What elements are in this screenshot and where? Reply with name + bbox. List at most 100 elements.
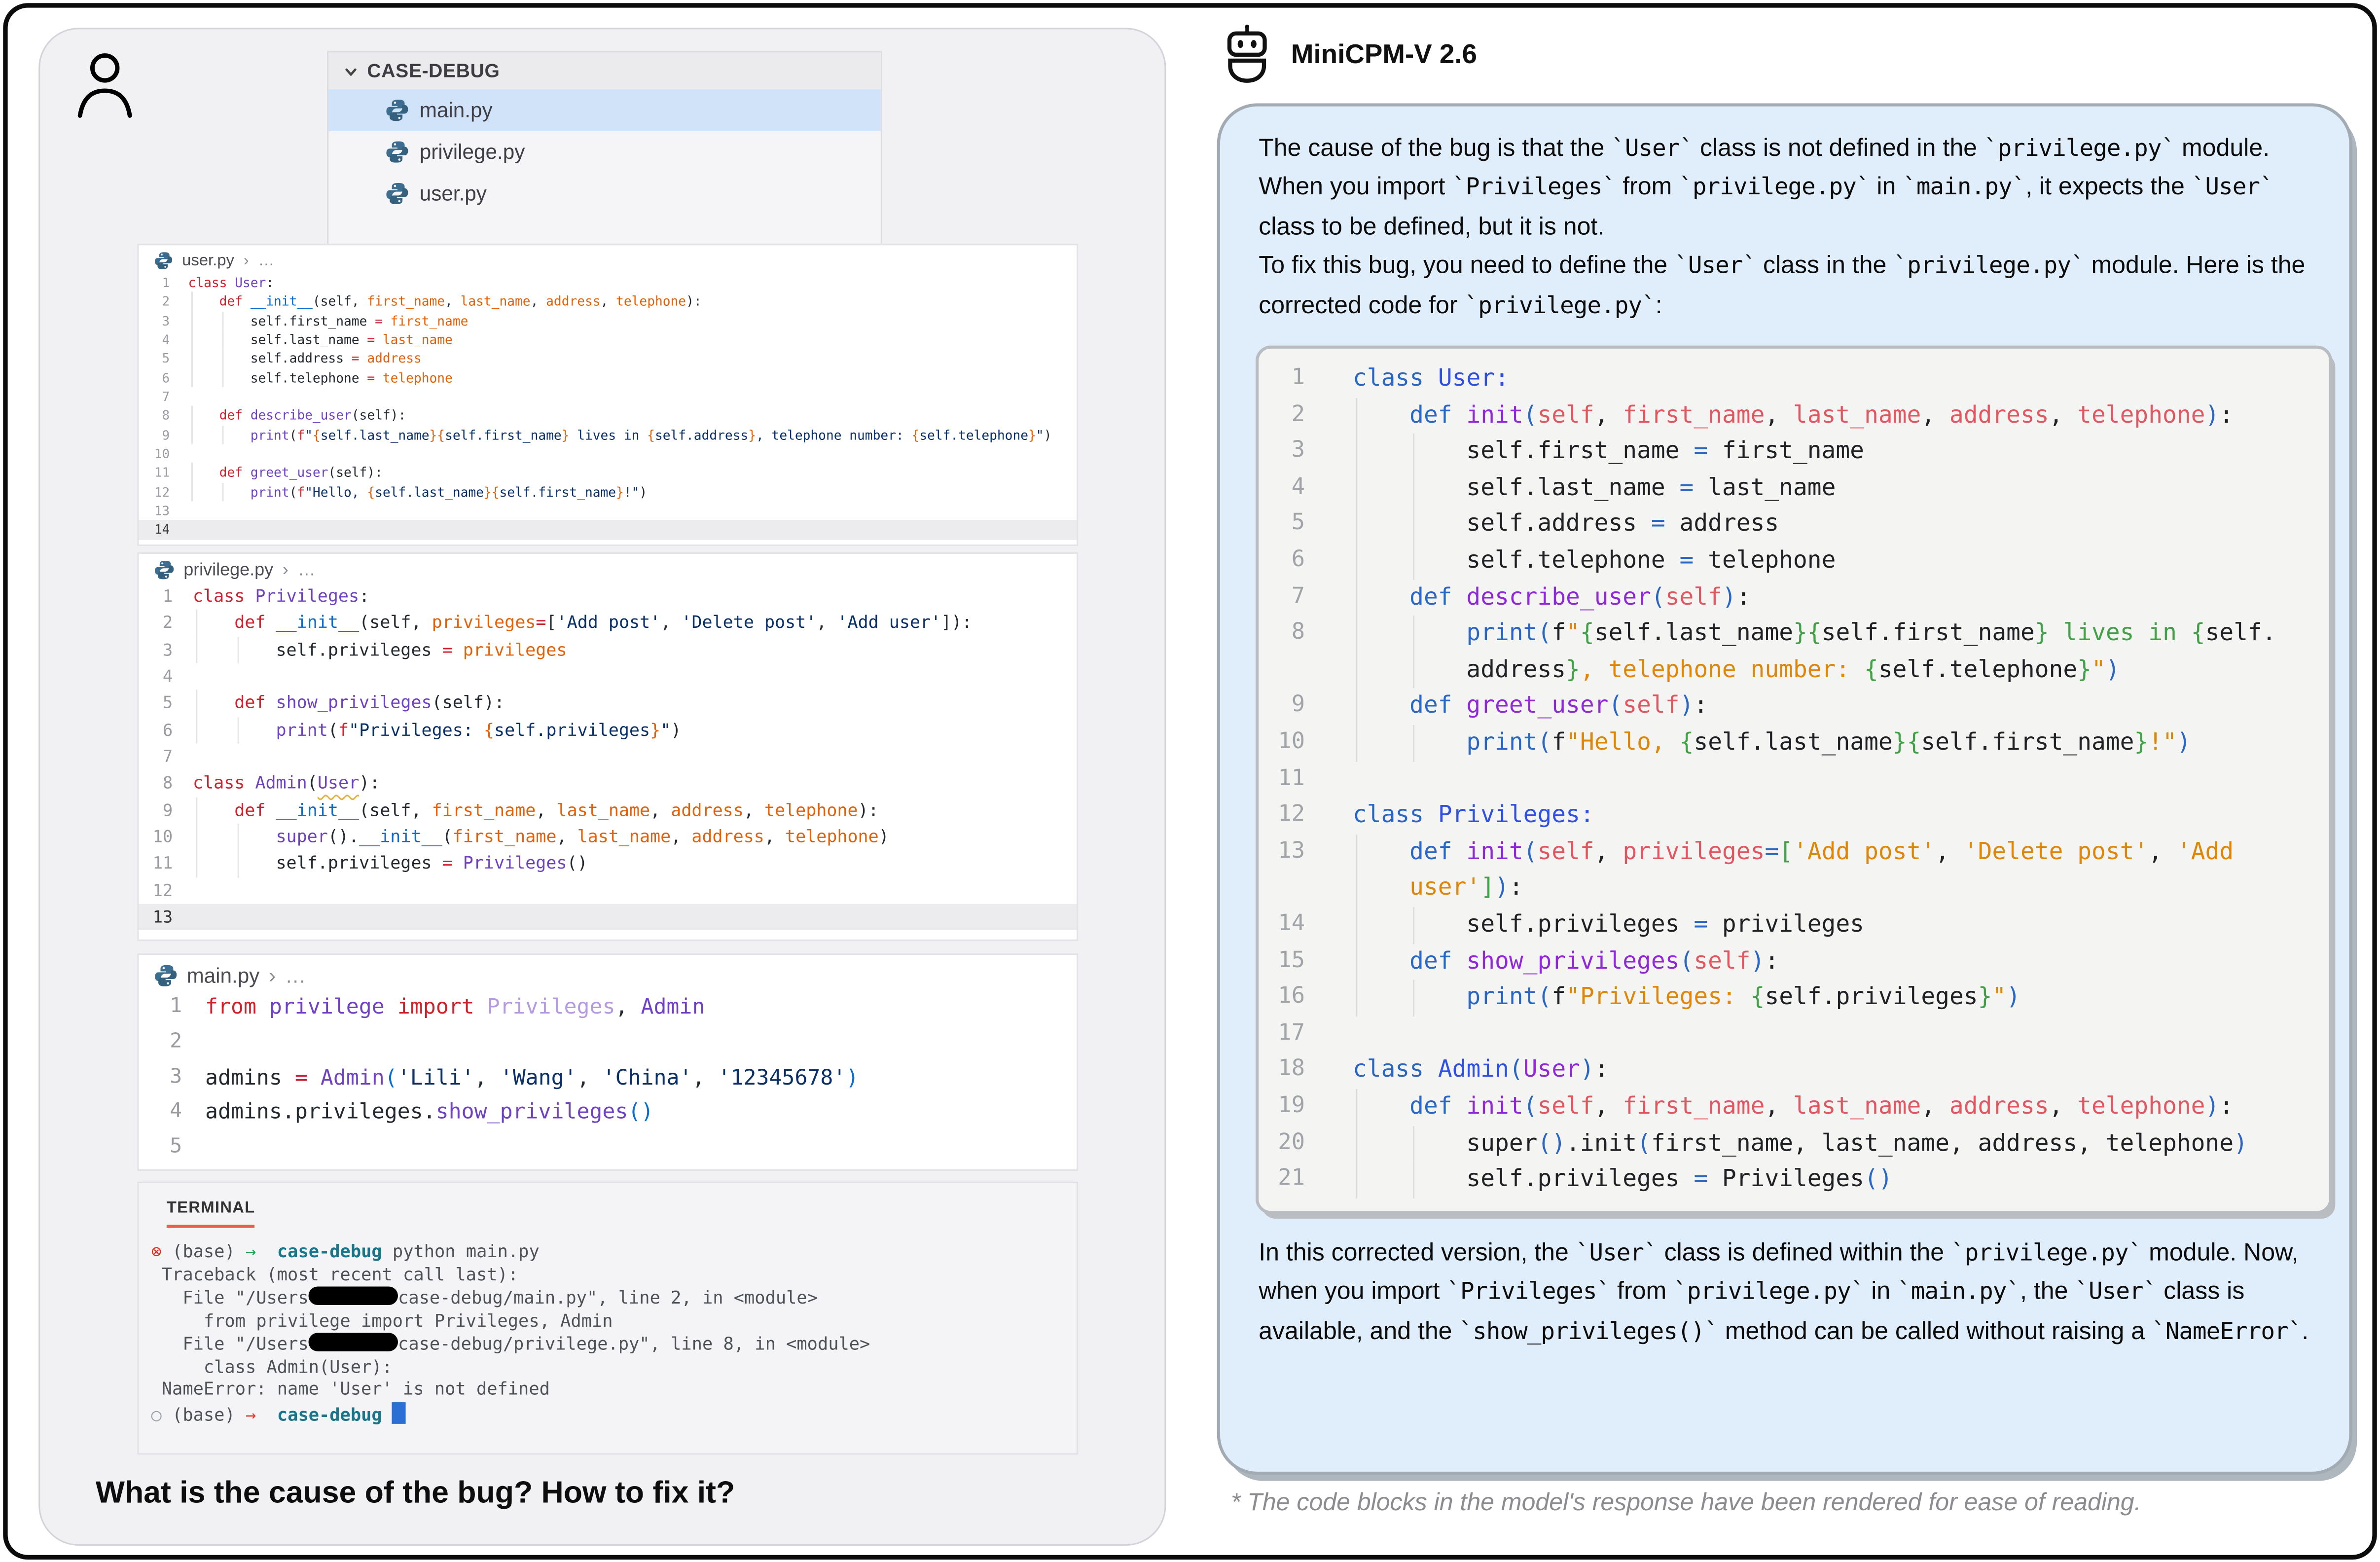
code-line-content: def show_privileges(self): <box>1345 944 2313 980</box>
editor-breadcrumb: privilege.py›… <box>139 554 1077 583</box>
line-number: 13 <box>1259 834 1345 871</box>
indent-guide <box>1356 1162 1357 1198</box>
line-number: 1 <box>139 583 185 610</box>
code-line: 4 <box>139 663 1077 690</box>
line-number: 5 <box>1259 507 1345 543</box>
code-line: 5 <box>139 1131 1077 1166</box>
file-item-privilege-py[interactable]: privilege.py <box>328 131 881 173</box>
response-text: The cause of the bug is that the <box>1259 136 1611 162</box>
code-line-content: from privilege import Privileges, Admin <box>197 990 1077 1025</box>
indent-guide <box>191 311 193 330</box>
code-line: 9def greet_user(self): <box>1259 689 2313 725</box>
indent-guide <box>1412 980 1414 1016</box>
code-line: 6self.telephone = telephone <box>139 368 1077 388</box>
breadcrumb-more: … <box>298 561 316 580</box>
terminal-panel[interactable]: TERMINAL ⊗ (base) → case-debug python ma… <box>137 1182 1078 1455</box>
editor-breadcrumb: user.py›… <box>139 245 1077 273</box>
code-line: 13 <box>139 502 1077 521</box>
indent-guide <box>1356 689 1357 725</box>
breadcrumb-separator: › <box>269 964 276 987</box>
code-line: 2 <box>139 1025 1077 1060</box>
indent-guide <box>1412 470 1414 507</box>
indent-guide <box>1356 616 1357 653</box>
indent-guide <box>222 330 224 349</box>
file-item-main-py[interactable]: main.py <box>328 89 881 131</box>
python-file-icon <box>386 141 409 164</box>
terminal-line: File "/Userscase-debug/main.py", line 2,… <box>151 1287 1077 1311</box>
code-line-content: self.telephone = telephone <box>1345 543 2313 580</box>
indent-guide <box>1356 871 1357 907</box>
code-line: 17 <box>1259 1016 2313 1053</box>
line-number: 2 <box>1259 398 1345 434</box>
code-line-content: self.last_name = last_name <box>180 330 1077 349</box>
code-line: 21self.privileges = Privileges() <box>1259 1162 2313 1198</box>
line-number: 9 <box>1259 689 1345 725</box>
code-line-content <box>1345 762 2313 798</box>
indent-guide <box>1356 398 1357 434</box>
line-number: 7 <box>139 387 180 406</box>
indent-guide <box>1356 1126 1357 1162</box>
code-line: 12class Privileges: <box>1259 798 2313 835</box>
terminal-line: ⊗ (base) → case-debug python main.py <box>151 1242 1077 1264</box>
breadcrumb-separator: › <box>283 561 288 580</box>
indent-guide <box>1412 434 1414 471</box>
redaction-box <box>309 1287 398 1306</box>
line-number: 4 <box>139 663 185 690</box>
code-line-content: self.telephone = telephone <box>180 368 1077 388</box>
python-file-icon <box>154 560 175 580</box>
code-line-content: class User: <box>180 273 1077 292</box>
code-line: 1class User: <box>139 273 1077 292</box>
line-number: 6 <box>139 368 180 388</box>
code-line: 2def __init__(self, privileges=['Add pos… <box>139 610 1077 637</box>
ide-panel: CASE-DEBUG main.pyprivilege.pyuser.py us… <box>38 28 1166 1546</box>
code-line: 1class Privileges: <box>139 583 1077 610</box>
indent-guide <box>1356 470 1357 507</box>
response-text: from <box>1610 1279 1673 1305</box>
indent-guide <box>222 368 224 388</box>
line-number: 14 <box>1259 907 1345 944</box>
code-line: 7 <box>139 744 1077 770</box>
error-status-icon: ⊗ <box>151 1242 162 1262</box>
code-line: 10super().__init__(first_name, last_name… <box>139 824 1077 850</box>
code-line: 16print(f"Privileges: {self.privileges}"… <box>1259 980 2313 1016</box>
editor-privilege-py[interactable]: privilege.py›…1class Privileges:2def __i… <box>137 552 1078 941</box>
code-line-content <box>185 663 1077 690</box>
indent-guide <box>1412 652 1414 689</box>
code-line: 1from privilege import Privileges, Admin <box>139 990 1077 1025</box>
code-line-content <box>1345 1016 2313 1053</box>
editor-main-py[interactable]: main.py›…1from privilege import Privileg… <box>137 953 1078 1171</box>
line-number <box>1259 652 1345 689</box>
code-line-content: def init(self, first_name, last_name, ad… <box>1345 398 2313 434</box>
line-number: 3 <box>139 637 185 663</box>
code-line: 3self.first_name = first_name <box>139 311 1077 330</box>
indent-guide <box>1356 725 1357 762</box>
model-name: MiniCPM-V 2.6 <box>1291 38 1477 71</box>
code-line: 1class User: <box>1259 361 2313 398</box>
code-line: 4self.last_name = last_name <box>139 330 1077 349</box>
indent-guide <box>196 717 197 744</box>
indent-guide <box>1356 944 1357 980</box>
line-number: 18 <box>1259 1053 1345 1089</box>
robot-icon <box>1222 23 1272 85</box>
code-line: 6self.telephone = telephone <box>1259 543 2313 580</box>
file-item-user-py[interactable]: user.py <box>328 173 881 214</box>
indent-guide <box>191 368 193 388</box>
indent-guide <box>196 637 197 663</box>
code-line: 13 <box>139 904 1077 931</box>
terminal-cursor <box>393 1402 406 1424</box>
model-header: MiniCPM-V 2.6 <box>1222 19 1477 90</box>
editor-user-py[interactable]: user.py›…1class User:2def __init__(self,… <box>137 244 1078 546</box>
terminal-line: from privilege import Privileges, Admin <box>151 1310 1077 1333</box>
line-number: 1 <box>139 990 197 1025</box>
line-number: 7 <box>1259 580 1345 616</box>
indent-guide <box>1356 980 1357 1016</box>
code-line: 2def __init__(self, first_name, last_nam… <box>139 292 1077 311</box>
indent-guide <box>196 851 197 877</box>
code-line-content: print(f"Hello, {self.last_name}{self.fir… <box>1345 725 2313 762</box>
explorer-root-folder[interactable]: CASE-DEBUG <box>328 52 881 89</box>
inline-code: `privilege.py` <box>1673 1277 1864 1305</box>
chevron-down-icon <box>342 63 359 79</box>
breadcrumb-separator: › <box>244 252 249 270</box>
code-line: 7def describe_user(self): <box>1259 580 2313 616</box>
code-line-content: print(f"Privileges: {self.privileges}") <box>1345 980 2313 1016</box>
